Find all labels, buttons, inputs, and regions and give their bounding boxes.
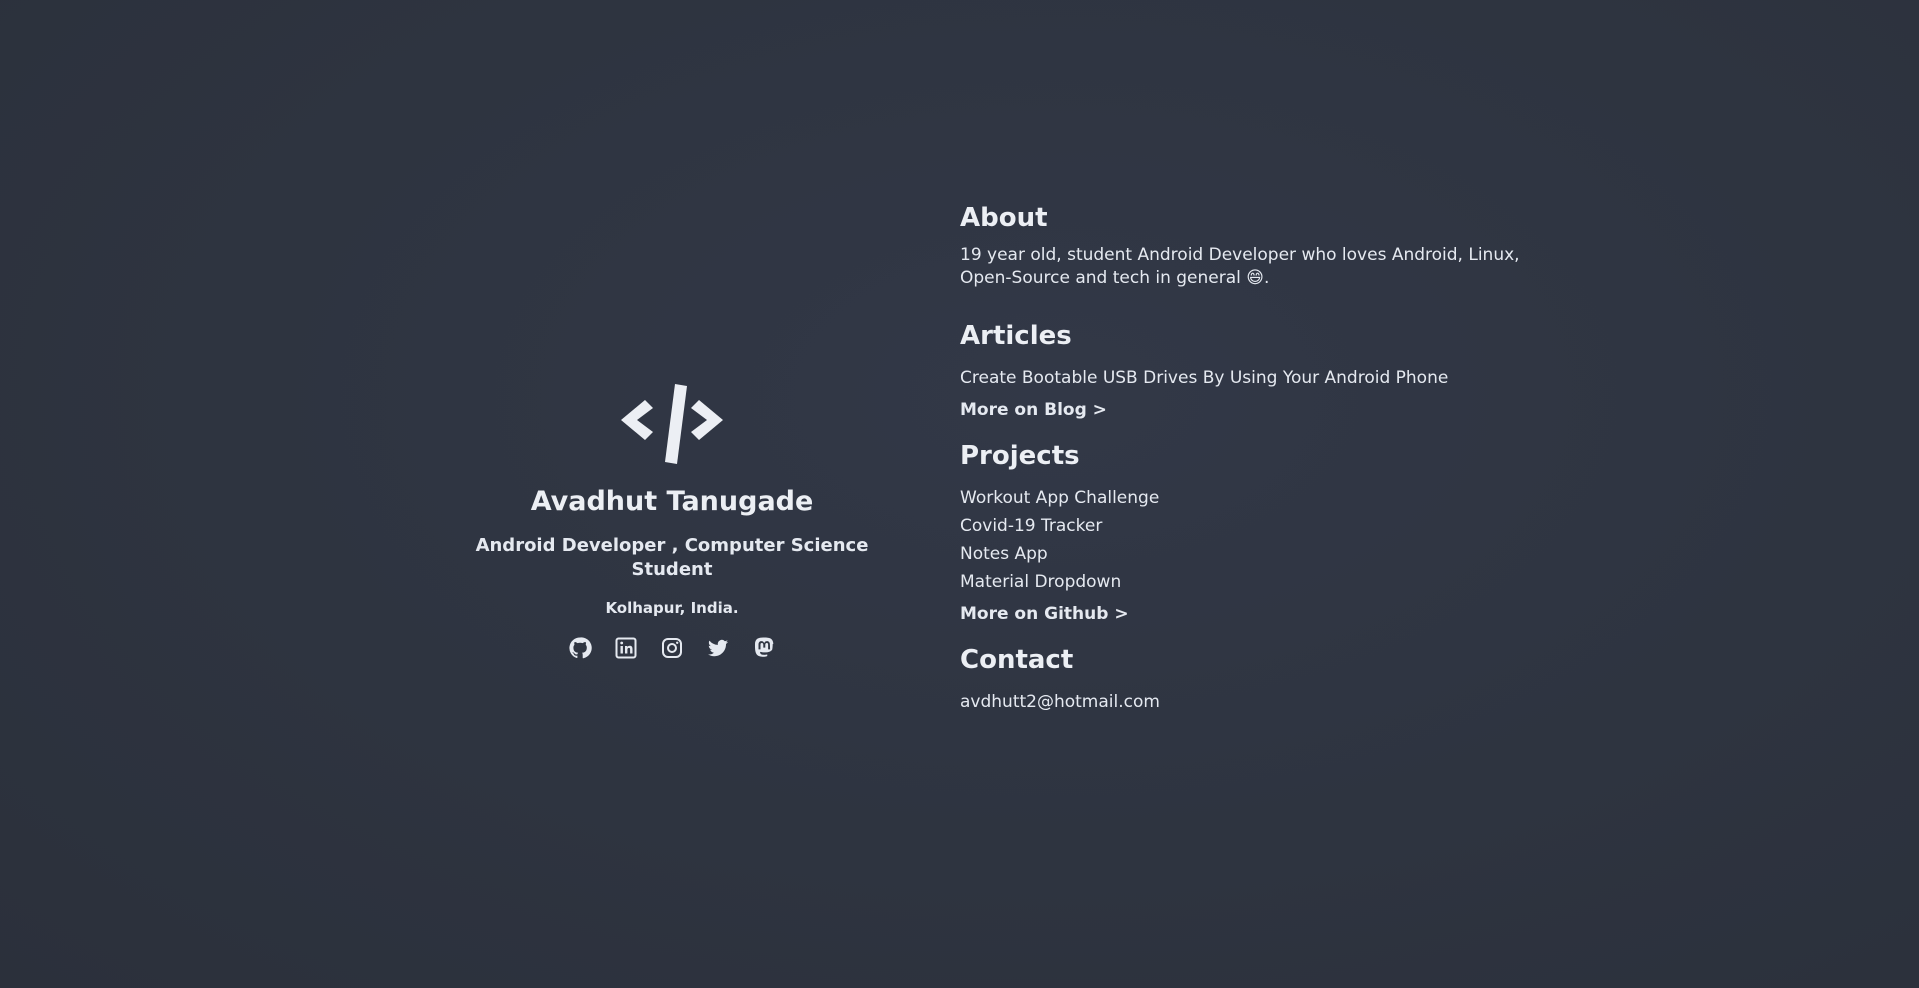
- github-icon: [569, 637, 592, 659]
- projects-list: Workout App Challenge Covid-19 Tracker N…: [960, 484, 1520, 596]
- mastodon-icon: [754, 637, 774, 657]
- about-text: 19 year old, student Android Developer w…: [960, 245, 1520, 288]
- contact-title: Contact: [960, 645, 1074, 675]
- more-on-github-link[interactable]: More on Github >: [960, 600, 1520, 628]
- profile-card: Avadhut Tanugade Android Developer , Com…: [440, 380, 904, 660]
- page: Avadhut Tanugade Android Developer , Com…: [0, 0, 1919, 988]
- more-on-blog-link[interactable]: More on Blog >: [960, 396, 1520, 424]
- mastodon-link[interactable]: [752, 636, 776, 660]
- github-link[interactable]: [568, 636, 592, 660]
- twitter-link[interactable]: [706, 636, 730, 660]
- project-item[interactable]: Notes App: [960, 540, 1520, 568]
- linkedin-icon: [615, 637, 637, 659]
- contact-email-link[interactable]: avdhutt2@hotmail.com: [960, 690, 1520, 714]
- code-brackets-icon: [621, 384, 723, 464]
- projects-title: Projects: [960, 441, 1080, 471]
- about-title: About: [960, 203, 1048, 233]
- social-links: [440, 636, 904, 660]
- linkedin-link[interactable]: [614, 636, 638, 660]
- instagram-icon: [662, 638, 682, 658]
- project-item[interactable]: Workout App Challenge: [960, 484, 1520, 512]
- profile-role: Android Developer , Computer Science Stu…: [475, 535, 869, 580]
- twitter-icon: [708, 639, 728, 657]
- project-item[interactable]: Covid-19 Tracker: [960, 512, 1520, 540]
- articles-list: Create Bootable USB Drives By Using Your…: [960, 364, 1520, 392]
- contact-section: Contact avdhutt2@hotmail.com: [960, 642, 1520, 714]
- profile-name: Avadhut Tanugade: [530, 486, 814, 517]
- articles-section: Articles Create Bootable USB Drives By U…: [960, 318, 1520, 424]
- article-item[interactable]: Create Bootable USB Drives By Using Your…: [960, 364, 1520, 392]
- instagram-link[interactable]: [660, 636, 684, 660]
- about-section: About 19 year old, student Android Devel…: [960, 200, 1520, 290]
- projects-section: Projects Workout App Challenge Covid-19 …: [960, 438, 1520, 628]
- content-column: About 19 year old, student Android Devel…: [960, 200, 1520, 714]
- articles-title: Articles: [960, 321, 1072, 351]
- profile-location: Kolhapur, India.: [605, 599, 739, 617]
- project-item[interactable]: Material Dropdown: [960, 568, 1520, 596]
